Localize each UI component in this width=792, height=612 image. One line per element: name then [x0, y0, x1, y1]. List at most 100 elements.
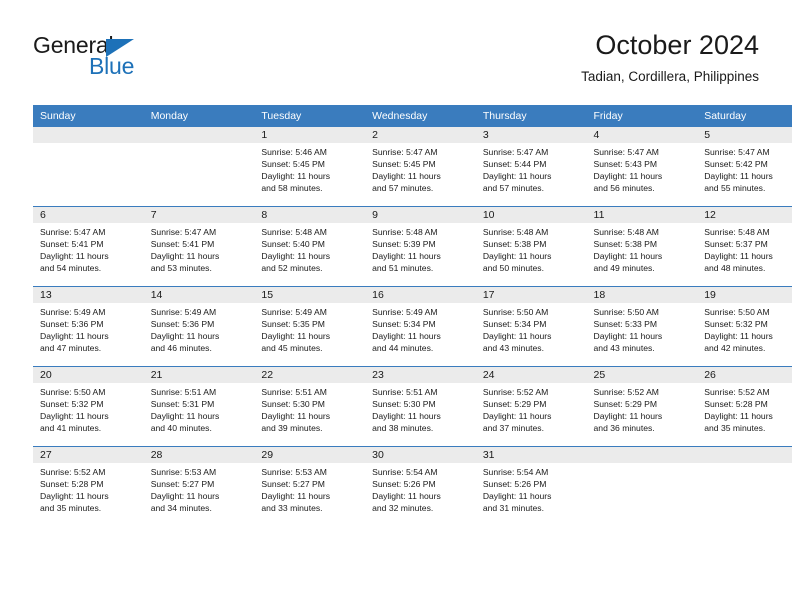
daylight-duration-line1: Daylight: 11 hours — [40, 330, 109, 341]
calendar-day-cell[interactable]: 12 Sunrise: 5:48 AM Sunset: 5:37 PM Dayligh… — [697, 206, 792, 287]
day-number: 24 — [475, 367, 587, 383]
day-cell-content: 28 Sunrise: 5:53 AM Sunset: 5:27 PM Dayligh… — [143, 447, 255, 526]
daylight-duration-line2: and 39 minutes. — [261, 422, 323, 433]
day-cell-content: 11 Sunrise: 5:48 AM Sunset: 5:38 PM Dayligh… — [586, 207, 698, 286]
calendar-day-cell[interactable]: 19 Sunrise: 5:50 AM Sunset: 5:32 PM Dayligh… — [697, 286, 792, 367]
calendar-day-cell[interactable] — [586, 446, 698, 526]
day-number: 16 — [365, 287, 476, 303]
day-details: Sunrise: 5:47 AM Sunset: 5:45 PM Daylight:… — [365, 143, 476, 195]
daylight-duration-line1: Daylight: 11 hours — [482, 170, 552, 181]
sunrise-time: Sunrise: 5:50 AM — [704, 307, 770, 317]
sunset-time: Sunset: 5:36 PM — [40, 318, 104, 329]
calendar-day-cell[interactable]: 24 Sunrise: 5:52 AM Sunset: 5:29 PM Dayligh… — [475, 366, 587, 447]
day-cell-content: 1 Sunrise: 5:46 AM Sunset: 5:45 PM Daylight… — [254, 127, 366, 206]
calendar-day-cell[interactable]: 11 Sunrise: 5:48 AM Sunset: 5:38 PM Dayligh… — [586, 206, 698, 287]
day-cell-content: 22 Sunrise: 5:51 AM Sunset: 5:30 PM Dayligh… — [254, 367, 366, 446]
calendar-day-cell[interactable]: 30 Sunrise: 5:54 AM Sunset: 5:26 PM Dayligh… — [365, 446, 476, 526]
sunrise-time: Sunrise: 5:46 AM — [261, 147, 327, 157]
calendar-day-cell[interactable] — [33, 127, 144, 207]
calendar-day-cell[interactable] — [143, 127, 255, 207]
daylight-duration-line2: and 40 minutes. — [150, 422, 212, 433]
day-number: 22 — [254, 367, 366, 383]
daylight-duration-line2: and 35 minutes. — [704, 422, 766, 433]
day-number — [586, 447, 698, 463]
day-cell-content: 5 Sunrise: 5:47 AM Sunset: 5:42 PM Daylight… — [697, 127, 792, 206]
calendar-day-cell[interactable]: 27 Sunrise: 5:52 AM Sunset: 5:28 PM Dayligh… — [33, 446, 144, 526]
day-number: 19 — [697, 287, 792, 303]
calendar-day-cell[interactable]: 29 Sunrise: 5:53 AM Sunset: 5:27 PM Dayligh… — [254, 446, 366, 526]
daylight-duration-line2: and 32 minutes. — [372, 502, 434, 513]
day-number: 25 — [586, 367, 698, 383]
calendar-day-cell[interactable]: 14 Sunrise: 5:49 AM Sunset: 5:36 PM Dayligh… — [143, 286, 255, 367]
sunset-time: Sunset: 5:40 PM — [261, 238, 325, 249]
calendar-day-cell[interactable]: 22 Sunrise: 5:51 AM Sunset: 5:30 PM Dayligh… — [254, 366, 366, 447]
daylight-duration-line1: Daylight: 11 hours — [261, 490, 331, 501]
day-details: Sunrise: 5:49 AM Sunset: 5:36 PM Daylight:… — [33, 303, 144, 355]
calendar-day-cell[interactable]: 20 Sunrise: 5:50 AM Sunset: 5:32 PM Dayligh… — [33, 366, 144, 447]
daylight-duration-line2: and 48 minutes. — [704, 262, 766, 273]
sunset-time: Sunset: 5:31 PM — [150, 398, 215, 409]
calendar-day-cell[interactable]: 2 Sunrise: 5:47 AM Sunset: 5:45 PM Daylight… — [365, 127, 476, 207]
day-cell-content: 10 Sunrise: 5:48 AM Sunset: 5:38 PM Dayligh… — [475, 207, 587, 286]
day-number: 27 — [33, 447, 144, 463]
daylight-duration-line2: and 36 minutes. — [593, 422, 655, 433]
calendar-day-cell[interactable]: 16 Sunrise: 5:49 AM Sunset: 5:34 PM Dayligh… — [365, 286, 476, 367]
calendar-day-cell[interactable]: 23 Sunrise: 5:51 AM Sunset: 5:30 PM Dayligh… — [365, 366, 476, 447]
calendar-day-cell[interactable]: 25 Sunrise: 5:52 AM Sunset: 5:29 PM Dayligh… — [586, 366, 698, 447]
day-number: 26 — [697, 367, 792, 383]
calendar-day-cell[interactable]: 10 Sunrise: 5:48 AM Sunset: 5:38 PM Dayligh… — [475, 206, 587, 287]
calendar-day-cell[interactable] — [697, 446, 792, 526]
sunrise-time: Sunrise: 5:52 AM — [704, 387, 770, 397]
calendar-day-cell[interactable]: 1 Sunrise: 5:46 AM Sunset: 5:45 PM Daylight… — [254, 127, 366, 207]
daylight-duration-line2: and 43 minutes. — [482, 342, 544, 353]
general-blue-logo[interactable]: General Blue — [33, 32, 253, 88]
sunrise-time: Sunrise: 5:47 AM — [593, 147, 659, 157]
day-number: 3 — [475, 127, 587, 143]
calendar-day-cell[interactable]: 26 Sunrise: 5:52 AM Sunset: 5:28 PM Dayligh… — [697, 366, 792, 447]
calendar-day-cell[interactable]: 4 Sunrise: 5:47 AM Sunset: 5:43 PM Daylight… — [586, 127, 698, 207]
calendar-day-cell[interactable]: 7 Sunrise: 5:47 AM Sunset: 5:41 PM Daylight… — [143, 206, 255, 287]
calendar-day-cell[interactable]: 17 Sunrise: 5:50 AM Sunset: 5:34 PM Dayligh… — [475, 286, 587, 367]
calendar-day-cell[interactable]: 6 Sunrise: 5:47 AM Sunset: 5:41 PM Daylight… — [33, 206, 144, 287]
weekday-header-tuesday: Tuesday — [254, 105, 366, 127]
sunrise-time: Sunrise: 5:52 AM — [593, 387, 659, 397]
day-number: 17 — [475, 287, 587, 303]
daylight-duration-line1: Daylight: 11 hours — [261, 170, 331, 181]
sunset-time: Sunset: 5:45 PM — [372, 158, 436, 169]
calendar-day-cell[interactable]: 5 Sunrise: 5:47 AM Sunset: 5:42 PM Daylight… — [697, 127, 792, 207]
daylight-duration-line1: Daylight: 11 hours — [372, 170, 441, 181]
calendar-day-cell[interactable]: 31 Sunrise: 5:54 AM Sunset: 5:26 PM Dayligh… — [475, 446, 587, 526]
day-details: Sunrise: 5:48 AM Sunset: 5:40 PM Daylight:… — [254, 223, 365, 275]
page-header: General Blue October 2024 Tadian, Cordil… — [33, 28, 759, 100]
day-details: Sunrise: 5:49 AM Sunset: 5:35 PM Daylight:… — [254, 303, 365, 355]
day-cell-content: 18 Sunrise: 5:50 AM Sunset: 5:33 PM Dayligh… — [586, 287, 698, 366]
day-cell-content: 2 Sunrise: 5:47 AM Sunset: 5:45 PM Daylight… — [365, 127, 476, 206]
daylight-duration-line2: and 46 minutes. — [150, 342, 212, 353]
calendar-day-cell[interactable]: 8 Sunrise: 5:48 AM Sunset: 5:40 PM Daylight… — [254, 206, 366, 287]
calendar-day-cell[interactable]: 18 Sunrise: 5:50 AM Sunset: 5:33 PM Dayligh… — [586, 286, 698, 367]
calendar-day-cell[interactable]: 13 Sunrise: 5:49 AM Sunset: 5:36 PM Dayligh… — [33, 286, 144, 367]
calendar-day-cell[interactable]: 3 Sunrise: 5:47 AM Sunset: 5:44 PM Daylight… — [475, 127, 587, 207]
calendar-day-cell[interactable]: 9 Sunrise: 5:48 AM Sunset: 5:39 PM Daylight… — [365, 206, 476, 287]
weekday-header-wednesday: Wednesday — [365, 105, 476, 127]
calendar-day-cell[interactable]: 28 Sunrise: 5:53 AM Sunset: 5:27 PM Dayligh… — [143, 446, 255, 526]
calendar-day-cell[interactable]: 21 Sunrise: 5:51 AM Sunset: 5:31 PM Dayligh… — [143, 366, 255, 447]
calendar-day-cell[interactable]: 15 Sunrise: 5:49 AM Sunset: 5:35 PM Dayligh… — [254, 286, 366, 367]
daylight-duration-line2: and 54 minutes. — [40, 262, 102, 273]
daylight-duration-line1: Daylight: 11 hours — [372, 490, 441, 501]
sunset-time: Sunset: 5:29 PM — [482, 398, 547, 409]
day-cell-content — [697, 447, 792, 526]
day-cell-content: 31 Sunrise: 5:54 AM Sunset: 5:26 PM Dayligh… — [475, 447, 587, 526]
daylight-duration-line2: and 50 minutes. — [482, 262, 544, 273]
sunset-time: Sunset: 5:33 PM — [593, 318, 658, 329]
day-cell-content — [586, 447, 698, 526]
day-details: Sunrise: 5:47 AM Sunset: 5:42 PM Daylight:… — [697, 143, 792, 195]
day-number: 12 — [697, 207, 792, 223]
day-details: Sunrise: 5:54 AM Sunset: 5:26 PM Daylight:… — [476, 463, 587, 515]
day-cell-content: 21 Sunrise: 5:51 AM Sunset: 5:31 PM Dayligh… — [143, 367, 255, 446]
sunset-time: Sunset: 5:43 PM — [593, 158, 658, 169]
weekday-header-thursday: Thursday — [475, 105, 587, 127]
daylight-duration-line2: and 31 minutes. — [482, 502, 544, 513]
day-number — [143, 127, 255, 143]
weekday-header-sunday: Sunday — [33, 105, 144, 127]
